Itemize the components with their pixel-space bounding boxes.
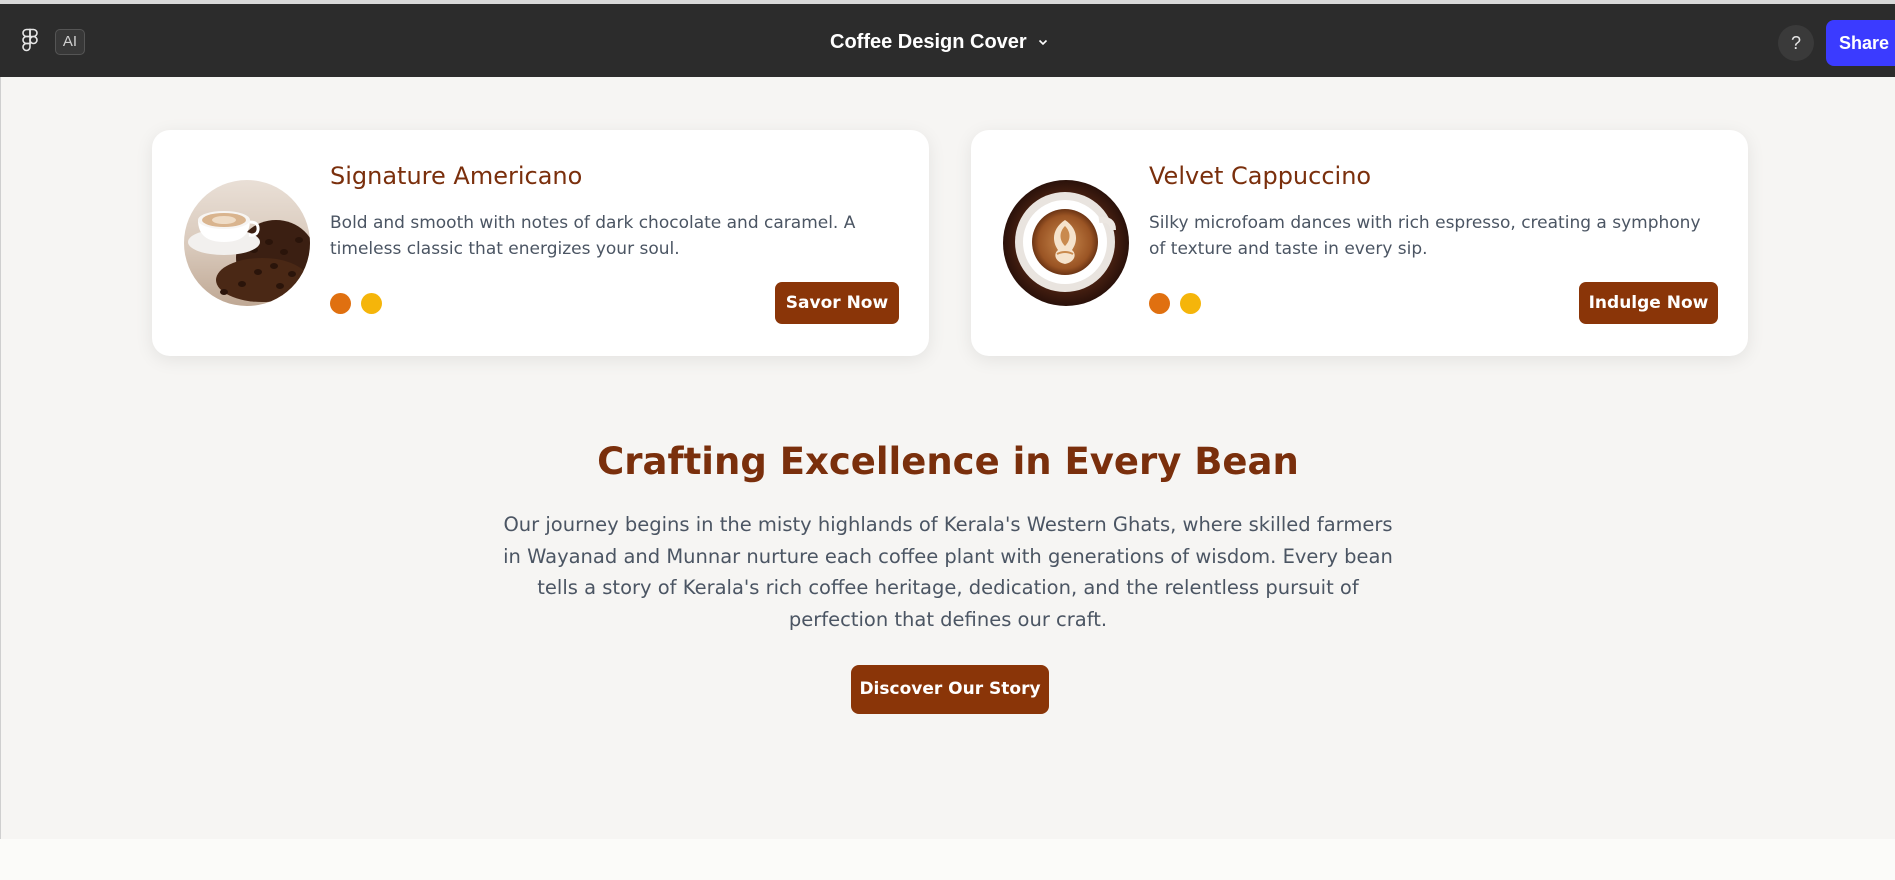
document-title-menu[interactable]: Coffee Design Cover bbox=[830, 26, 1070, 58]
card-title: Velvet Cappuccino bbox=[1149, 162, 1372, 190]
americano-image bbox=[184, 180, 310, 306]
ai-button[interactable]: AI bbox=[55, 29, 85, 55]
help-button[interactable]: ? bbox=[1778, 25, 1814, 61]
savor-now-button[interactable]: Savor Now bbox=[775, 282, 899, 324]
canvas-footer-strip bbox=[0, 839, 1895, 880]
chevron-down-icon bbox=[1038, 39, 1047, 46]
story-paragraph: Our journey begins in the misty highland… bbox=[503, 513, 1393, 631]
discover-story-button[interactable]: Discover Our Story bbox=[851, 665, 1049, 714]
color-dot-yellow bbox=[1180, 293, 1201, 314]
indulge-now-button[interactable]: Indulge Now bbox=[1579, 282, 1718, 324]
section-heading: Crafting Excellence in Every Bean bbox=[597, 440, 1299, 483]
card-title: Signature Americano bbox=[330, 162, 583, 190]
card-description: Bold and smooth with notes of dark choco… bbox=[330, 213, 856, 259]
color-dot-yellow bbox=[361, 293, 382, 314]
app-window: AI Coffee Design Cover ? Share Signature… bbox=[0, 0, 1895, 880]
product-card: Velvet Cappuccino Silky microfoam dances… bbox=[971, 130, 1748, 356]
card-description: Silky microfoam dances with rich espress… bbox=[1149, 213, 1701, 259]
cappuccino-image bbox=[1003, 180, 1129, 306]
figma-logo-icon[interactable] bbox=[19, 28, 43, 56]
share-button[interactable]: Share bbox=[1826, 20, 1895, 66]
color-dot-orange bbox=[1149, 293, 1170, 314]
document-title: Coffee Design Cover bbox=[830, 30, 1027, 53]
product-card: Signature Americano Bold and smooth with… bbox=[152, 130, 929, 356]
color-dot-orange bbox=[330, 293, 351, 314]
top-toolbar: AI Coffee Design Cover ? Share bbox=[0, 0, 1895, 77]
design-canvas: Signature Americano Bold and smooth with… bbox=[0, 77, 1895, 839]
